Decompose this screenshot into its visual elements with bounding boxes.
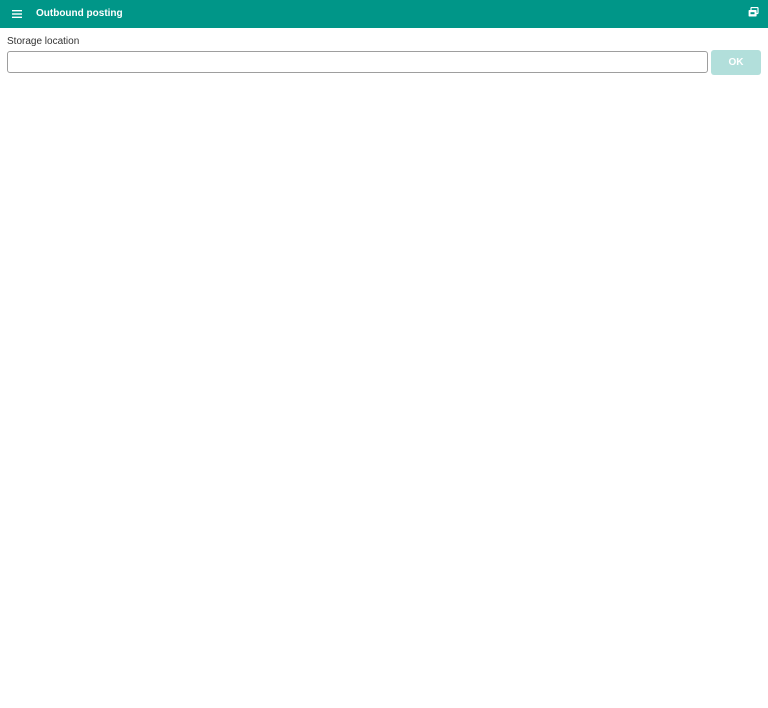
form-container: Storage location OK bbox=[7, 35, 761, 75]
storage-location-label: Storage location bbox=[7, 36, 80, 47]
menu-icon bbox=[12, 5, 22, 23]
print-queue-icon bbox=[748, 5, 759, 23]
print-queue-button[interactable] bbox=[744, 5, 762, 23]
menu-button[interactable] bbox=[8, 5, 26, 23]
storage-location-input[interactable] bbox=[7, 51, 708, 73]
ok-button[interactable]: OK bbox=[711, 50, 761, 75]
app-bar: Outbound posting bbox=[0, 0, 768, 28]
storage-location-row: OK bbox=[7, 50, 761, 75]
page-title: Outbound posting bbox=[36, 8, 123, 19]
